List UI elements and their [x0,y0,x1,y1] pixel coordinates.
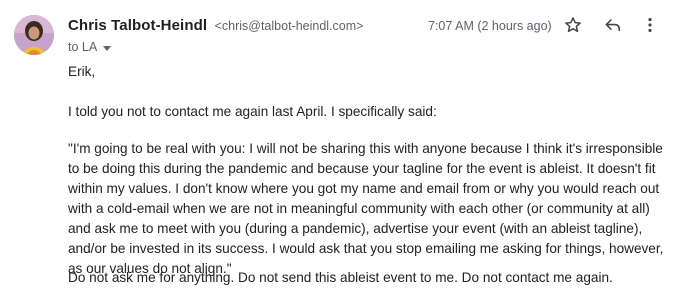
greeting-text: Erik, [68,64,96,79]
show-details-chevron-icon[interactable] [103,45,112,51]
reply-arrow-icon [605,19,621,32]
sender-line: Chris Talbot-Heindl <chris@talbot-heindl… [68,17,363,35]
sender-email: <chris@talbot-heindl.com> [214,19,364,33]
star-button[interactable] [561,13,585,37]
star-outline-icon [565,17,581,33]
reply-button[interactable] [601,13,625,37]
message-timestamp: 7:07 AM (2 hours ago) [428,19,552,33]
sender-avatar[interactable] [14,15,54,55]
quoted-paragraph: "I'm going to be real with you: I will n… [68,141,664,276]
sender-name[interactable]: Chris Talbot-Heindl [68,17,207,34]
intro-paragraph: I told you not to contact me again last … [68,104,437,119]
more-vert-icon [648,18,652,32]
recipient-label: to LA [68,40,98,54]
recipient-line: to LA [68,40,112,54]
more-options-button[interactable] [638,13,662,37]
closing-paragraph: Do not ask me for anything. Do not send … [68,270,613,285]
avatar-photo [14,15,54,55]
